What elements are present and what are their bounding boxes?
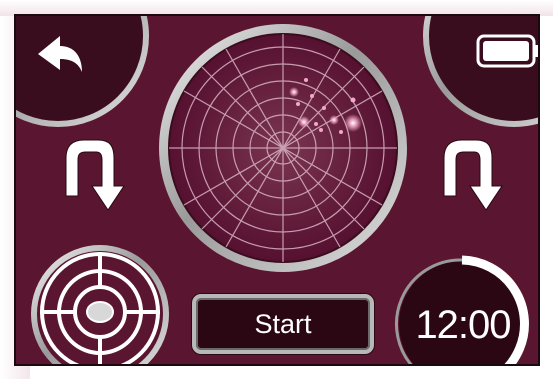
- clock-time: 12:00: [415, 302, 511, 347]
- u-turn-down-arrow-icon: [443, 139, 503, 211]
- radar-display: [159, 24, 407, 272]
- right-turn-button[interactable]: [443, 139, 503, 211]
- left-turn-button[interactable]: [65, 139, 125, 211]
- start-button[interactable]: Start: [192, 294, 374, 354]
- u-turn-down-arrow-icon: [65, 139, 125, 211]
- device-screen: Start 12:00: [14, 14, 540, 366]
- back-button[interactable]: [16, 16, 149, 127]
- target-button[interactable]: [31, 245, 169, 366]
- battery-button[interactable]: [423, 16, 540, 127]
